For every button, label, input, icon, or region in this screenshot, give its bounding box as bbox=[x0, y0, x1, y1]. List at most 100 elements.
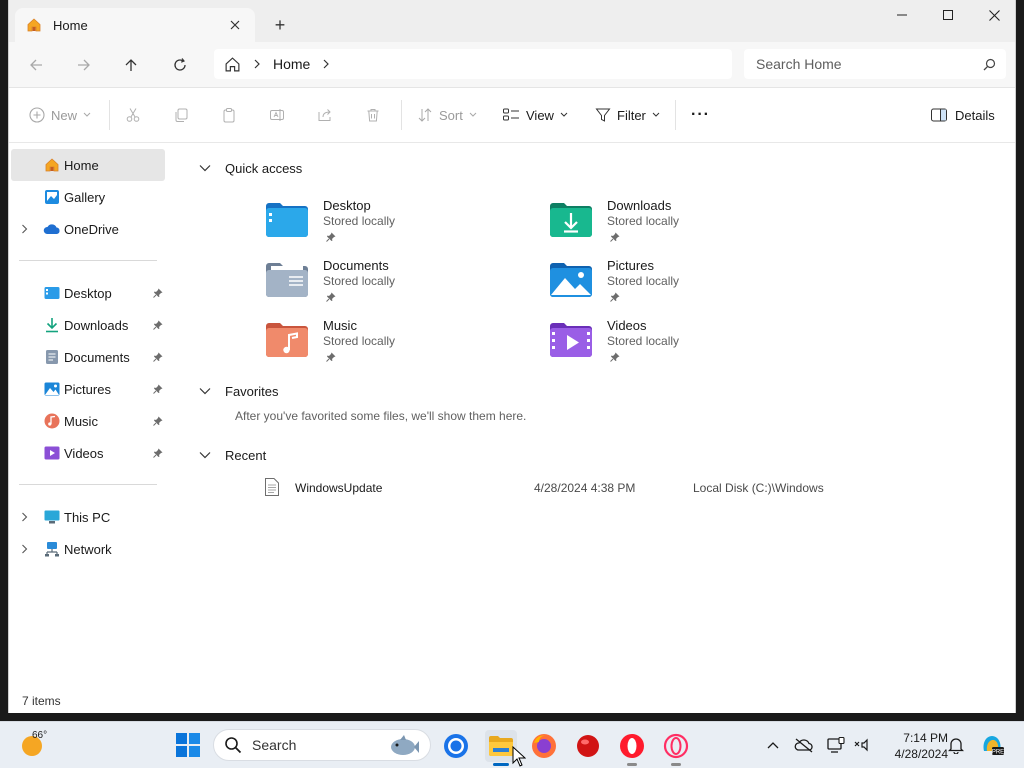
back-button[interactable] bbox=[23, 52, 49, 78]
delete-button[interactable] bbox=[365, 103, 381, 127]
more-options-button[interactable]: ··· bbox=[691, 103, 710, 127]
taskbar-app-red[interactable] bbox=[572, 730, 604, 762]
home-icon bbox=[43, 156, 61, 174]
filter-button[interactable]: Filter bbox=[595, 103, 660, 127]
start-button[interactable] bbox=[176, 733, 200, 757]
chevron-down-icon[interactable] bbox=[199, 387, 211, 395]
share-icon bbox=[318, 109, 331, 121]
sidebar-item-onedrive[interactable]: OneDrive bbox=[11, 213, 165, 245]
sidebar-item-label: Desktop bbox=[64, 285, 112, 301]
close-tab-icon[interactable] bbox=[225, 15, 245, 35]
quick-access-item-documents[interactable]: Documents Stored locally bbox=[265, 256, 525, 314]
view-button[interactable]: View bbox=[503, 103, 568, 127]
maximize-button[interactable] bbox=[925, 0, 971, 30]
sidebar-item-downloads[interactable]: Downloads bbox=[11, 309, 165, 341]
favorites-header[interactable]: Favorites bbox=[199, 381, 278, 401]
new-tab-button[interactable]: + bbox=[269, 14, 291, 36]
pin-icon bbox=[326, 232, 336, 242]
minimize-button[interactable] bbox=[879, 0, 925, 30]
show-hidden-icons-button[interactable] bbox=[763, 735, 783, 755]
windows-logo-icon bbox=[176, 733, 200, 757]
sidebar-item-pictures[interactable]: Pictures bbox=[11, 373, 165, 405]
sidebar-item-videos[interactable]: Videos bbox=[11, 437, 165, 469]
search-input[interactable] bbox=[756, 56, 983, 72]
pin-icon[interactable] bbox=[153, 288, 163, 298]
running-indicator bbox=[627, 763, 637, 766]
copilot-button[interactable]: PRE bbox=[980, 733, 1004, 757]
refresh-button[interactable] bbox=[167, 52, 193, 78]
pin-icon bbox=[326, 292, 336, 302]
quick-access-item-videos[interactable]: Videos Stored locally bbox=[549, 316, 809, 374]
close-icon bbox=[988, 9, 1000, 21]
sort-label: Sort bbox=[439, 107, 463, 123]
forward-button[interactable] bbox=[71, 52, 97, 78]
notifications-button[interactable] bbox=[946, 735, 966, 755]
close-window-button[interactable] bbox=[971, 0, 1015, 30]
system-clock[interactable]: 7:14 PM 4/28/2024 bbox=[878, 730, 948, 762]
quick-access-item-pictures[interactable]: Pictures Stored locally bbox=[549, 256, 809, 314]
firefox-icon bbox=[532, 734, 556, 758]
item-name: Downloads bbox=[607, 198, 672, 213]
taskbar-search[interactable]: Search bbox=[213, 729, 431, 761]
sidebar-item-this-pc[interactable]: This PC bbox=[11, 501, 165, 533]
search-highlight-fish-icon bbox=[391, 735, 419, 755]
quick-access-item-downloads[interactable]: Downloads Stored locally bbox=[549, 196, 809, 254]
taskbar-app-opera[interactable] bbox=[616, 730, 648, 766]
chevron-right-icon[interactable] bbox=[253, 59, 261, 69]
onedrive-offline-tray-icon[interactable] bbox=[794, 735, 814, 755]
network-volume-tray-icon[interactable] bbox=[852, 735, 872, 755]
running-indicator bbox=[671, 763, 681, 766]
sidebar-item-label: Network bbox=[64, 541, 112, 557]
cut-button[interactable] bbox=[125, 103, 141, 127]
taskbar-app-opera-gx[interactable] bbox=[660, 730, 692, 766]
chevron-right-icon[interactable] bbox=[21, 512, 28, 522]
rename-button[interactable] bbox=[269, 103, 285, 127]
quick-access-item-music[interactable]: Music Stored locally bbox=[265, 316, 525, 374]
pin-icon[interactable] bbox=[153, 416, 163, 426]
chevron-right-icon[interactable] bbox=[21, 224, 28, 234]
downloads-icon bbox=[43, 316, 61, 334]
chevron-down-icon[interactable] bbox=[199, 164, 211, 172]
pin-icon[interactable] bbox=[153, 320, 163, 330]
taskbar-app-chrome[interactable] bbox=[440, 730, 472, 762]
item-status: Stored locally bbox=[607, 214, 680, 228]
refresh-icon bbox=[174, 58, 186, 71]
chevron-right-icon[interactable] bbox=[322, 59, 330, 69]
sidebar-item-documents[interactable]: Documents bbox=[11, 341, 165, 373]
pin-icon[interactable] bbox=[153, 384, 163, 394]
chevron-right-icon[interactable] bbox=[21, 544, 28, 554]
recent-file-row[interactable]: WindowsUpdate 4/28/2024 4:38 PM Local Di… bbox=[261, 476, 961, 498]
sidebar-item-gallery[interactable]: Gallery bbox=[11, 181, 165, 213]
sidebar-item-label: Music bbox=[64, 413, 98, 429]
sidebar-item-desktop[interactable]: Desktop bbox=[11, 277, 165, 309]
home-icon[interactable] bbox=[224, 56, 241, 73]
sort-button[interactable]: Sort bbox=[417, 103, 477, 127]
pin-icon[interactable] bbox=[153, 352, 163, 362]
chevron-down-icon[interactable] bbox=[199, 451, 211, 459]
item-name: Documents bbox=[323, 258, 389, 273]
delete-icon bbox=[367, 109, 379, 122]
item-status: Stored locally bbox=[323, 214, 396, 228]
pin-icon[interactable] bbox=[153, 448, 163, 458]
paste-button[interactable] bbox=[221, 103, 237, 127]
up-button[interactable] bbox=[118, 52, 144, 78]
share-button[interactable] bbox=[317, 103, 333, 127]
sidebar-item-home[interactable]: Home bbox=[11, 149, 165, 181]
taskbar-app-firefox[interactable] bbox=[528, 730, 560, 762]
breadcrumb-home[interactable]: Home bbox=[273, 56, 310, 72]
tab-home[interactable]: Home bbox=[15, 8, 255, 42]
search-box[interactable] bbox=[744, 49, 1006, 79]
sidebar-item-network[interactable]: Network bbox=[11, 533, 165, 565]
recent-header[interactable]: Recent bbox=[199, 445, 266, 465]
quick-access-header[interactable]: Quick access bbox=[199, 158, 302, 178]
address-bar[interactable]: Home bbox=[214, 49, 732, 79]
copy-button[interactable] bbox=[173, 103, 189, 127]
mouse-cursor-icon bbox=[512, 746, 526, 767]
search-icon[interactable] bbox=[983, 58, 996, 71]
details-button[interactable]: Details bbox=[931, 103, 995, 127]
new-button[interactable]: New bbox=[29, 103, 91, 127]
item-count: 7 items bbox=[22, 694, 61, 708]
quick-access-item-desktop[interactable]: Desktop Stored locally bbox=[265, 196, 525, 254]
display-tray-icon[interactable] bbox=[826, 735, 846, 755]
sidebar-item-music[interactable]: Music bbox=[11, 405, 165, 437]
